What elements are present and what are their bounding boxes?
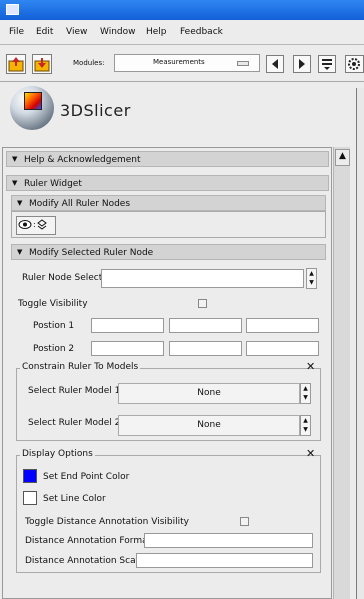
toggle-visibility-checkbox[interactable] — [198, 299, 207, 308]
modify-all-header[interactable]: ▼ Modify All Ruler Nodes — [11, 195, 326, 211]
folder-down-icon — [34, 58, 50, 72]
ruler-node-spin[interactable]: ▲ ▼ — [306, 268, 317, 289]
load-scene-button[interactable] — [6, 54, 26, 74]
module-panel: ▼ Help & Acknowledgement ▼ Ruler Widget … — [2, 147, 332, 599]
menu-edit[interactable]: Edit — [36, 27, 53, 37]
modules-label: Modules: — [73, 59, 105, 67]
help-section-header[interactable]: ▼ Help & Acknowledgement — [6, 151, 329, 167]
menu-bar: File Edit View Window Help Feedback — [0, 20, 364, 45]
close-icon[interactable]: ✕ — [306, 447, 315, 460]
settings-button[interactable] — [345, 55, 364, 73]
save-scene-button[interactable] — [32, 54, 52, 74]
title-bar — [0, 0, 364, 20]
side-scrollbar[interactable] — [356, 88, 364, 599]
arrow-left-icon — [272, 59, 278, 69]
modify-all-body: : — [11, 211, 326, 238]
toggle-annotation-label: Toggle Distance Annotation Visibility — [25, 517, 189, 527]
position1-label: Postion 1 — [33, 321, 75, 331]
close-icon[interactable]: ✕ — [306, 360, 315, 373]
module-history-button[interactable] — [318, 55, 336, 73]
ruler-node-select-label: Ruler Node Select: — [22, 273, 106, 283]
svg-text::: : — [33, 220, 36, 229]
annotation-format-label: Distance Annotation Format — [25, 536, 152, 546]
panel-scrollbar[interactable]: ▲ — [333, 147, 351, 599]
modules-select[interactable]: Measurements — [114, 54, 260, 72]
dropdown-icon — [237, 61, 249, 66]
ruler-node-select[interactable] — [101, 269, 304, 288]
end-point-color-swatch[interactable] — [23, 469, 37, 483]
menu-feedback[interactable]: Feedback — [180, 27, 223, 37]
window-menu-icon[interactable] — [6, 4, 19, 15]
annotation-format-input[interactable] — [144, 533, 313, 548]
arrow-right-icon — [299, 59, 305, 69]
modify-selected-title: Modify Selected Ruler Node — [29, 248, 154, 258]
history-menu-icon — [322, 59, 332, 70]
model1-label: Select Ruler Model 1: — [28, 386, 124, 396]
help-section-title: Help & Acknowledgement — [24, 155, 141, 165]
gear-icon — [348, 58, 360, 70]
slicer-cube-icon — [24, 92, 42, 110]
line-color-label: Set Line Color — [43, 494, 106, 504]
end-point-color-label: Set End Point Color — [43, 472, 130, 482]
menu-file[interactable]: File — [9, 27, 24, 37]
scroll-up-icon[interactable]: ▲ — [335, 149, 350, 166]
model2-spin[interactable]: ▲ ▼ — [300, 415, 311, 436]
position1-x-input[interactable] — [91, 318, 164, 333]
folder-up-icon — [8, 57, 24, 72]
ruler-widget-header[interactable]: ▼ Ruler Widget — [6, 175, 329, 191]
collapse-triangle-icon: ▼ — [12, 155, 18, 163]
position1-z-input[interactable] — [246, 318, 319, 333]
model1-select[interactable]: None — [118, 383, 300, 404]
ruler-widget-title: Ruler Widget — [24, 179, 82, 189]
modules-select-value: Measurements — [153, 58, 205, 66]
logo-text: 3DSlicer — [60, 101, 131, 120]
modify-selected-header[interactable]: ▼ Modify Selected Ruler Node — [11, 244, 326, 260]
toolbar: Modules: Measurements — [0, 45, 364, 82]
next-module-button[interactable] — [293, 55, 311, 73]
annotation-scale-input[interactable] — [136, 553, 313, 568]
collapse-triangle-icon: ▼ — [12, 179, 18, 187]
annotation-scale-label: Distance Annotation Scale — [25, 556, 144, 566]
collapse-triangle-icon: ▼ — [17, 248, 23, 256]
eye-icon: : — [18, 219, 47, 230]
visibility-toggle-all-button[interactable]: : — [16, 216, 56, 235]
model1-spin[interactable]: ▲ ▼ — [300, 383, 311, 404]
previous-module-button[interactable] — [266, 55, 284, 73]
position2-label: Postion 2 — [33, 344, 75, 354]
display-options-title: Display Options — [20, 449, 95, 459]
constrain-title: Constrain Ruler To Models — [20, 362, 141, 372]
position2-z-input[interactable] — [246, 341, 319, 356]
collapse-triangle-icon: ▼ — [17, 199, 23, 207]
model2-select[interactable]: None — [118, 415, 300, 436]
menu-help[interactable]: Help — [146, 27, 167, 37]
toggle-visibility-label: Toggle Visibility — [18, 299, 88, 309]
position2-x-input[interactable] — [91, 341, 164, 356]
menu-view[interactable]: View — [66, 27, 87, 37]
model2-label: Select Ruler Model 2: — [28, 418, 124, 428]
modify-all-title: Modify All Ruler Nodes — [29, 199, 131, 209]
slicer-logo: 3DSlicer — [0, 82, 364, 142]
toggle-annotation-checkbox[interactable] — [240, 517, 249, 526]
position1-y-input[interactable] — [169, 318, 242, 333]
position2-y-input[interactable] — [169, 341, 242, 356]
line-color-swatch[interactable] — [23, 491, 37, 505]
menu-window[interactable]: Window — [100, 27, 136, 37]
